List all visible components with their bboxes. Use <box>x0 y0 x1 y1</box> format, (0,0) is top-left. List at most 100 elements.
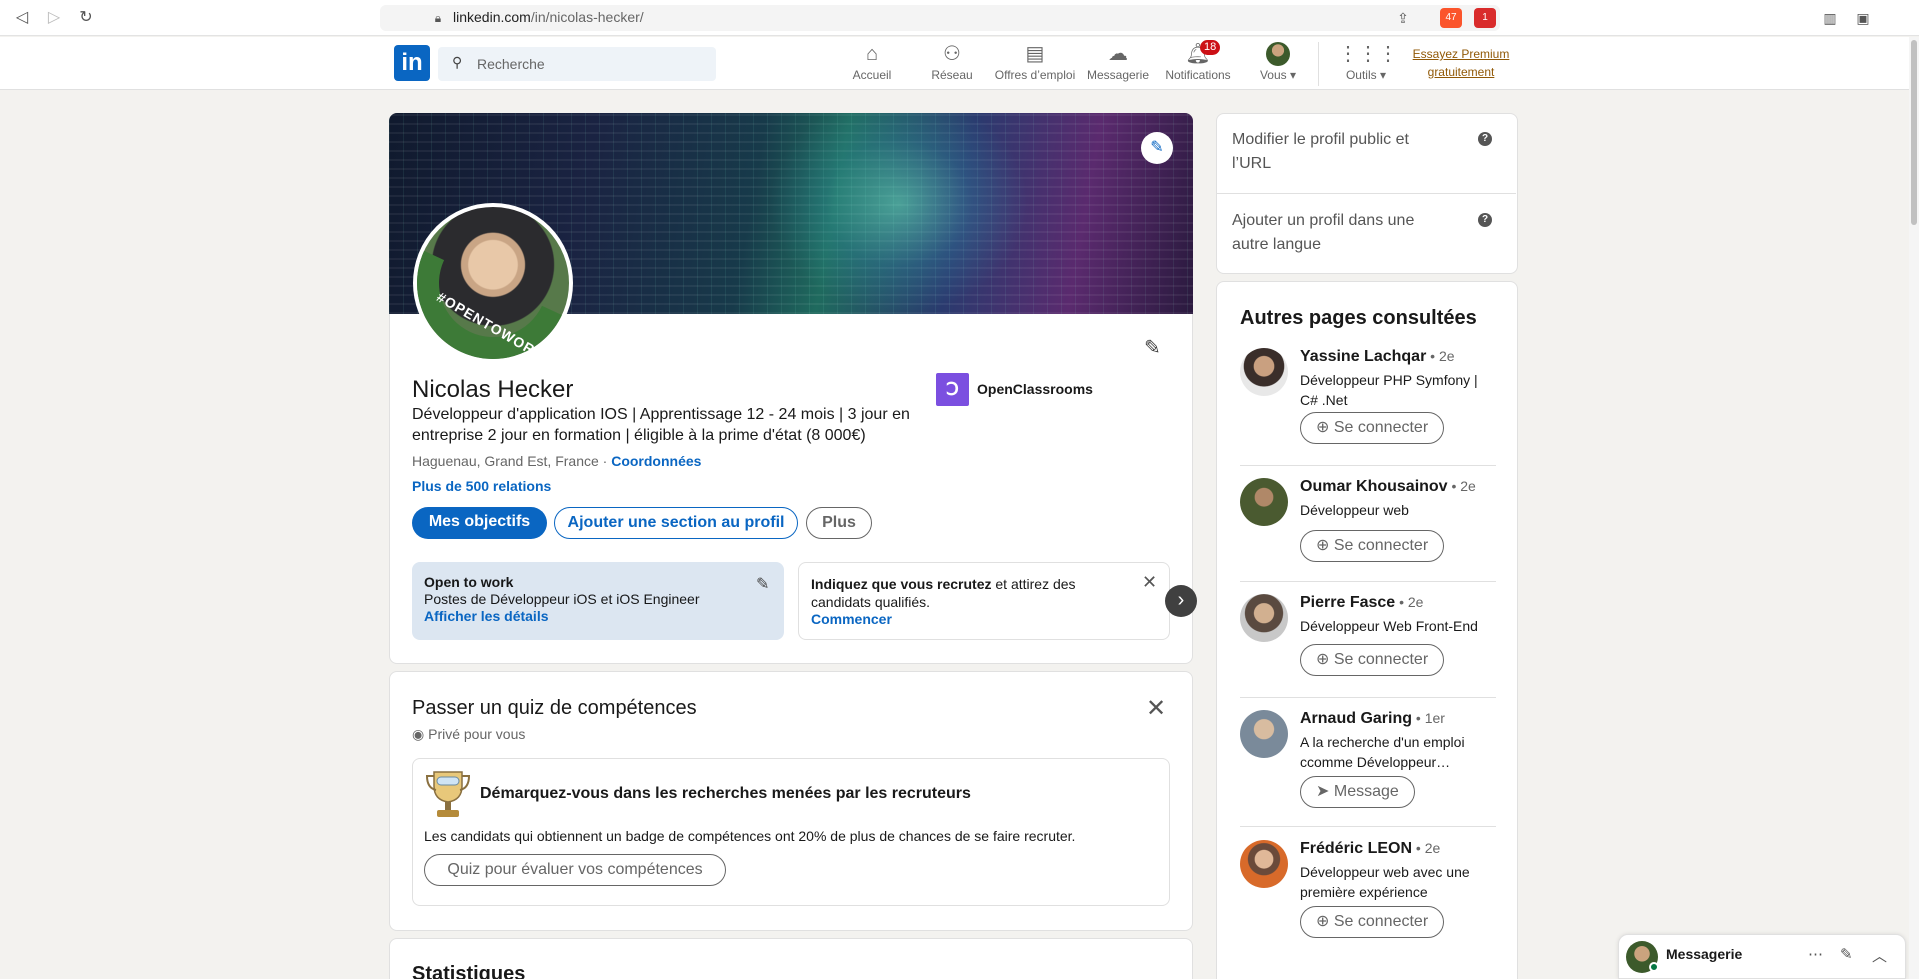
chevron-up-icon[interactable]: ︿ <box>1872 945 1887 966</box>
person-headline: Développeur web <box>1300 502 1409 518</box>
quiz-close-button[interactable]: ✕ <box>1146 694 1166 723</box>
person-name[interactable]: Yassine Lachqar • 2e <box>1300 348 1455 366</box>
back-icon[interactable]: ◁ <box>12 8 32 28</box>
person-name-text: Pierre Fasce <box>1300 594 1396 611</box>
send-icon: ➤ <box>1316 783 1330 800</box>
premium-link[interactable]: Essayez Premium gratuitement <box>1406 45 1516 81</box>
nav-tools[interactable]: ⋮⋮⋮ Outils ▾ <box>1338 42 1398 86</box>
company-name[interactable]: OpenClassrooms <box>977 381 1093 397</box>
help-icon[interactable]: ? <box>1478 132 1492 146</box>
url-text[interactable]: linkedin.com/in/nicolas-hecker/ <box>453 9 644 25</box>
pencil-icon: ✎ <box>1150 139 1164 156</box>
rewards-count: 1 <box>1482 12 1488 23</box>
quiz-private-label: Privé pour vous <box>428 726 526 742</box>
connect-button[interactable]: ⊕ Se connecter <box>1300 906 1445 938</box>
add-language-profile-link[interactable]: Ajouter un profil dans une autre langue <box>1232 209 1442 257</box>
edit-open-to-work-icon[interactable]: ✎ <box>756 574 769 594</box>
add-person-icon: ⊕ <box>1316 537 1330 554</box>
profile-headline: Développeur d'application IOS | Apprenti… <box>412 406 910 444</box>
add-person-icon: ⊕ <box>1316 651 1330 668</box>
open-to-work-roles: Postes de Développeur iOS et iOS Enginee… <box>424 591 700 607</box>
avatar[interactable] <box>1240 710 1288 758</box>
messaging-label[interactable]: Messagerie <box>1666 946 1742 962</box>
edit-public-profile-link[interactable]: Modifier le profil public et l’URL <box>1232 128 1442 176</box>
home-icon: ⌂ <box>865 43 879 65</box>
nav-home[interactable]: ⌂ Accueil <box>848 42 896 86</box>
forward-icon[interactable]: ▷ <box>44 8 64 28</box>
connections-link[interactable]: Plus de 500 relations <box>412 478 551 494</box>
person-name[interactable]: Frédéric LEON • 2e <box>1300 840 1440 858</box>
me-avatar <box>1254 42 1302 66</box>
open-to-work-title: Open to work <box>424 574 514 590</box>
connect-button-label: Se connecter <box>1333 651 1429 668</box>
avatar[interactable] <box>1240 478 1288 526</box>
add-section-button[interactable]: Ajouter une section au profil <box>554 507 798 539</box>
brave-shield-count: 47 <box>1445 12 1457 23</box>
goals-button[interactable]: Mes objectifs <box>412 507 547 539</box>
connect-button[interactable]: ⊕ Se connecter <box>1300 644 1445 676</box>
stats-title: Statistiques <box>412 963 526 979</box>
linkedin-logo[interactable]: in <box>394 45 430 81</box>
compose-icon[interactable]: ✎ <box>1840 945 1853 963</box>
company-logo[interactable]: Ↄ <box>936 373 969 406</box>
person-degree: • 2e <box>1395 594 1424 610</box>
person-headline: A la recherche d'un emploi ccomme Dévelo… <box>1300 734 1465 770</box>
take-quiz-button[interactable]: Quiz pour évaluer vos compétences <box>424 854 726 886</box>
eye-icon: ◉ <box>412 726 425 742</box>
person-name[interactable]: Oumar Khousainov • 2e <box>1300 478 1476 496</box>
nav-tools-label: Outils <box>1345 68 1377 82</box>
reload-icon[interactable]: ↻ <box>76 8 96 28</box>
chevron-right-icon: › <box>1177 589 1185 611</box>
person-item: Frédéric LEON • 2e Développeur web avec … <box>1240 840 1496 940</box>
hiring-card[interactable]: Indiquez que vous recrutez et attirez de… <box>798 562 1170 640</box>
wallet-icon[interactable]: ▣ <box>1853 8 1873 28</box>
sidebar-icon[interactable]: ▥ <box>1820 8 1840 28</box>
messaging-widget[interactable] <box>1618 934 1906 979</box>
scrollbar-thumb[interactable] <box>1911 40 1917 225</box>
person-item: Yassine Lachqar • 2e Développeur PHP Sym… <box>1240 348 1496 448</box>
open-to-work-details-link[interactable]: Afficher les détails <box>424 608 772 624</box>
message-button-label: Message <box>1333 783 1399 800</box>
brave-shield-icon[interactable]: 47 <box>1440 8 1462 28</box>
lock-icon: 🔒︎ <box>434 11 442 25</box>
nav-network[interactable]: ⚇ Réseau <box>928 42 976 86</box>
hiring-start-link[interactable]: Commencer <box>811 611 1157 627</box>
close-icon[interactable]: ✕ <box>1142 572 1157 593</box>
connect-button-label: Se connecter <box>1333 537 1429 554</box>
more-button[interactable]: Plus <box>806 507 872 539</box>
rewards-icon[interactable]: 1 <box>1474 8 1496 28</box>
edit-intro-button[interactable]: ✎ <box>1144 335 1161 360</box>
nav-messaging-label: Messagerie <box>1086 68 1150 82</box>
contact-info-link[interactable]: Coordonnées <box>611 453 701 469</box>
person-name[interactable]: Pierre Fasce • 2e <box>1300 594 1423 612</box>
open-to-work-card[interactable]: Open to work Postes de Développeur iOS e… <box>412 562 784 640</box>
person-degree: • 2e <box>1426 348 1455 364</box>
rail-divider <box>1216 193 1516 194</box>
avatar[interactable] <box>1240 594 1288 642</box>
message-button[interactable]: ➤ Message <box>1300 776 1415 808</box>
connect-button[interactable]: ⊕ Se connecter <box>1300 412 1445 444</box>
person-degree: • 1er <box>1412 710 1445 726</box>
share-icon[interactable]: ⇪ <box>1393 8 1413 28</box>
more-options-icon[interactable]: ⋯ <box>1808 945 1823 963</box>
person-name-text: Oumar Khousainov <box>1300 478 1448 495</box>
nav-home-label: Accueil <box>852 68 892 82</box>
nav-jobs[interactable]: ▤ Offres d’emploi <box>990 42 1080 86</box>
connect-button[interactable]: ⊕ Se connecter <box>1300 530 1445 562</box>
nav-notifications-label: Notifications <box>1165 68 1231 82</box>
help-icon[interactable]: ? <box>1478 213 1492 227</box>
person-separator <box>1240 465 1496 466</box>
edit-banner-button[interactable]: ✎ <box>1141 132 1173 164</box>
trophy-icon <box>425 771 471 817</box>
nav-messaging[interactable]: ☁ Messagerie <box>1084 42 1152 86</box>
url-path: /in/nicolas-hecker/ <box>530 9 644 25</box>
nav-notifications[interactable]: 🔔︎ Notifications <box>1160 42 1236 86</box>
nav-me[interactable]: Vous ▾ <box>1254 42 1302 86</box>
online-status-dot <box>1649 962 1659 972</box>
premium-line-1: Essayez Premium <box>1412 47 1510 61</box>
avatar[interactable] <box>1240 348 1288 396</box>
avatar[interactable] <box>1240 840 1288 888</box>
person-name[interactable]: Arnaud Garing • 1er <box>1300 710 1445 728</box>
connect-button-label: Se connecter <box>1333 419 1429 436</box>
carousel-next-button[interactable]: › <box>1165 585 1197 617</box>
